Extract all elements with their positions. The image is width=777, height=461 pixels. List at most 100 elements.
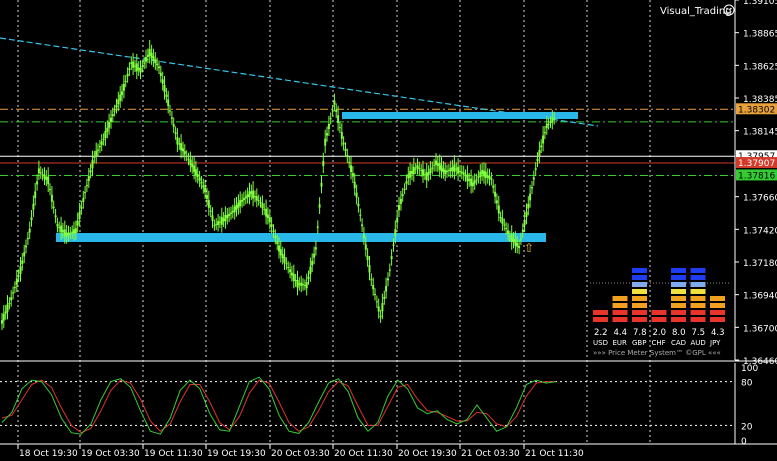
candle-body: [534, 168, 537, 171]
support-zone[interactable]: [56, 233, 546, 242]
price-tick-label: 1.39105: [743, 0, 777, 7]
candle-body: [82, 198, 85, 203]
candle-body: [61, 229, 64, 233]
candle-body: [91, 160, 94, 169]
candle-body: [19, 266, 22, 274]
meter-bar: [671, 317, 686, 322]
candle-body: [453, 164, 456, 172]
candle-body: [460, 171, 463, 174]
meter-bar: [710, 310, 725, 315]
candle-body: [313, 253, 316, 258]
candle-body: [425, 172, 428, 181]
meter-value: 2.2: [594, 328, 608, 338]
candle-body: [21, 260, 24, 265]
candle-body: [69, 232, 72, 234]
candle-body: [398, 205, 400, 211]
candle-body: [287, 267, 290, 268]
candle-body: [183, 151, 186, 155]
candle-body: [278, 245, 280, 252]
candle-body: [141, 66, 144, 68]
candle-body: [274, 235, 277, 239]
candle-body: [497, 205, 500, 214]
candle-body: [510, 234, 513, 243]
meter-value: 7.8: [633, 328, 647, 338]
candle-body: [401, 194, 404, 196]
candle-body: [495, 200, 498, 204]
candle-body: [361, 224, 364, 227]
candle-body: [45, 177, 48, 180]
time-tick-label: 19 Oct 11:30: [144, 449, 203, 459]
candle-body: [84, 192, 87, 194]
candle-body: [58, 227, 61, 229]
candle-body: [396, 217, 399, 223]
candle-body: [206, 195, 208, 199]
candle-body: [124, 80, 127, 82]
candle-body: [6, 304, 9, 312]
candle-body: [279, 249, 282, 256]
candle-body: [237, 202, 240, 208]
meter-value: 4.3: [711, 328, 725, 338]
candle-body: [340, 132, 343, 139]
candle-body: [423, 174, 426, 176]
resistance-zone[interactable]: [342, 112, 578, 119]
price-tick-label: 1.37660: [743, 194, 777, 204]
candle-body: [182, 148, 184, 152]
time-tick-label: 19 Oct 19:30: [207, 449, 266, 459]
candle-body: [383, 297, 386, 299]
candle-body: [518, 246, 521, 249]
candle-body: [466, 174, 469, 182]
candle-body: [37, 168, 40, 174]
candle-body: [167, 99, 170, 106]
candle-body: [436, 163, 439, 166]
candle-body: [13, 287, 16, 289]
candle-body: [196, 174, 199, 178]
candle-body: [113, 110, 116, 112]
meter-bar: [632, 317, 647, 322]
candle-body: [414, 168, 417, 170]
candle-body: [165, 94, 168, 97]
price-tag-label: 1.38302: [738, 105, 775, 115]
candle-body: [368, 265, 371, 273]
candle-body: [411, 171, 413, 174]
candle-body: [54, 215, 57, 218]
candle-body: [442, 168, 445, 173]
meter-bar: [690, 268, 706, 273]
price-tag-label: 1.37816: [738, 171, 775, 181]
candle-body: [507, 230, 509, 235]
meter-bar: [671, 282, 686, 287]
candle-body: [213, 225, 216, 227]
candle-body: [331, 110, 334, 112]
candle-body: [60, 225, 63, 233]
meter-bar: [593, 317, 608, 322]
osc-level-label: 100: [741, 364, 758, 374]
candle-body: [257, 200, 260, 202]
meter-bar: [632, 289, 647, 294]
candle-body: [483, 170, 485, 177]
candle-body: [385, 285, 388, 292]
candle-body: [63, 229, 66, 237]
candle-body: [525, 211, 528, 218]
candle-body: [172, 124, 175, 127]
candle-body: [108, 122, 111, 128]
trading-chart[interactable]: ⇧ 1.391051.388651.386251.383851.381451.3…: [0, 0, 777, 461]
price-tick-label: 1.37420: [743, 226, 777, 236]
candle-body: [174, 132, 177, 134]
candle-body: [470, 178, 473, 186]
candle-body: [56, 224, 59, 227]
candle-body: [178, 143, 181, 145]
candle-body: [416, 165, 419, 169]
candle-body: [374, 294, 376, 295]
candle-body: [17, 275, 20, 277]
candle-body: [285, 263, 288, 265]
candle-body: [261, 203, 264, 209]
candle-body: [71, 231, 74, 234]
meter-bar: [690, 303, 706, 308]
meter-bar: [612, 303, 628, 308]
candle-body: [146, 54, 149, 57]
candle-body: [15, 278, 18, 285]
candle-body: [152, 56, 155, 61]
candle-body: [459, 171, 461, 173]
candle-body: [239, 199, 242, 206]
candle-body: [462, 172, 465, 175]
meter-bar: [612, 317, 628, 322]
